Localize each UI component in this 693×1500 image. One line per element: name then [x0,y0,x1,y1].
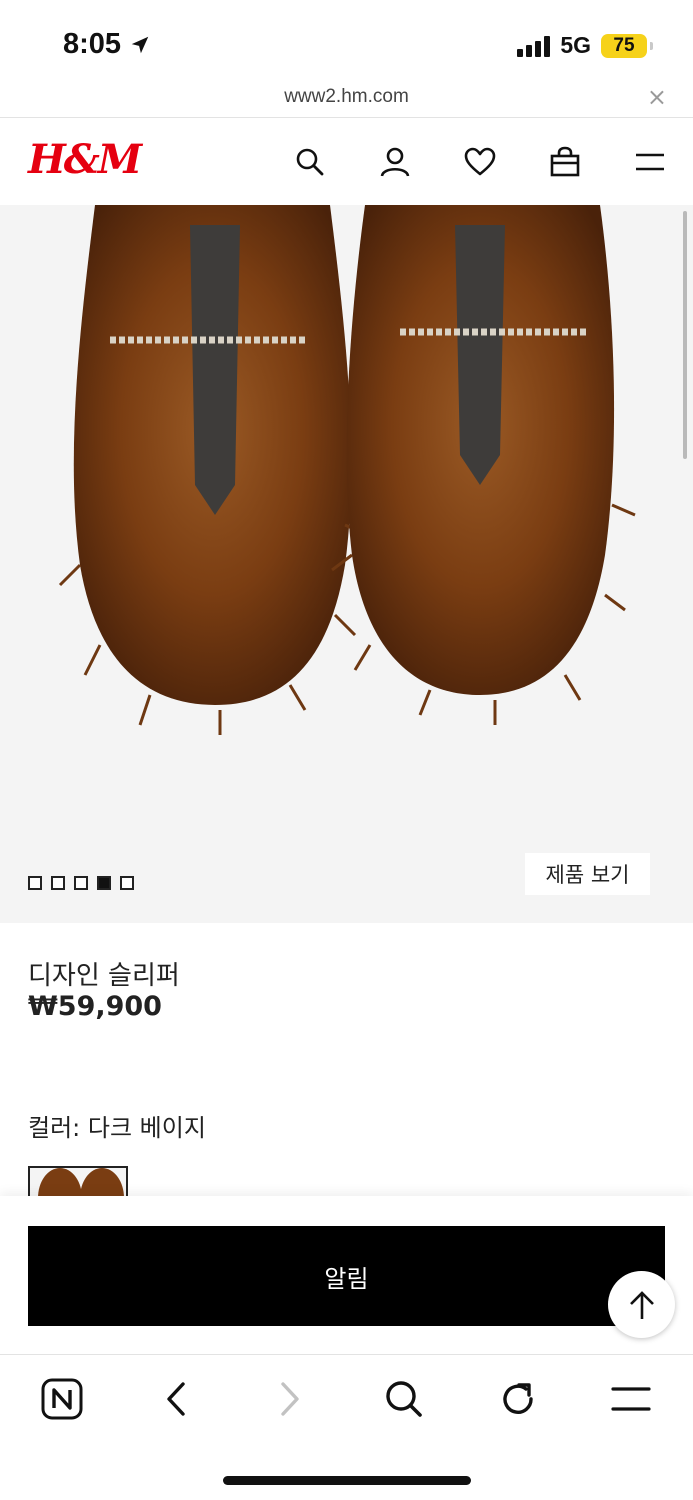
signal-icon [517,35,551,57]
battery-icon: 75 [601,33,653,58]
product-price: ₩59,900 [28,991,162,1022]
hm-logo[interactable]: H&M [28,136,142,183]
status-bar: 8:05 5G 75 [0,0,693,84]
gallery-dot[interactable] [74,876,88,890]
url-text[interactable]: www2.hm.com [0,86,693,108]
status-time: 8:05 [63,28,122,60]
search-icon[interactable] [380,1375,428,1423]
menu-icon[interactable] [630,142,670,182]
reload-icon[interactable] [494,1375,542,1423]
gallery-pagination [28,876,134,890]
notify-button[interactable]: 알림 [28,1226,665,1326]
site-header: H&M [0,118,693,205]
location-arrow-icon [131,36,149,53]
url-bar[interactable]: www2.hm.com × [0,84,693,118]
gallery-dot[interactable] [28,876,42,890]
view-product-button[interactable]: 제품 보기 [525,853,650,895]
home-indicator [223,1476,471,1485]
back-icon[interactable] [152,1375,200,1423]
network-type: 5G [560,32,591,58]
naver-icon[interactable] [38,1375,86,1423]
gallery-dot[interactable] [51,876,65,890]
sticky-action-bar: 알림 [0,1196,693,1354]
product-name: 디자인 슬리퍼 [28,961,180,991]
arrow-up-icon [629,1290,654,1319]
gallery-scrollbar [683,211,687,459]
gallery-dot-active[interactable] [97,876,111,890]
status-indicators: 5G 75 [517,32,653,59]
scroll-to-top-button[interactable] [608,1271,675,1338]
menu-icon[interactable] [607,1375,655,1423]
account-icon[interactable] [375,142,415,182]
color-label: 컬러: 다크 베이지 [28,1114,206,1142]
heart-icon[interactable] [460,142,500,182]
gallery-dot[interactable] [120,876,134,890]
bag-icon[interactable] [545,142,585,182]
forward-icon[interactable] [266,1375,314,1423]
close-icon[interactable]: × [647,84,667,110]
product-gallery[interactable]: 제품 보기 [0,205,693,923]
status-time-group: 8:05 [63,28,151,61]
product-image [58,205,636,735]
battery-level: 75 [613,34,635,56]
search-icon[interactable] [290,142,330,182]
